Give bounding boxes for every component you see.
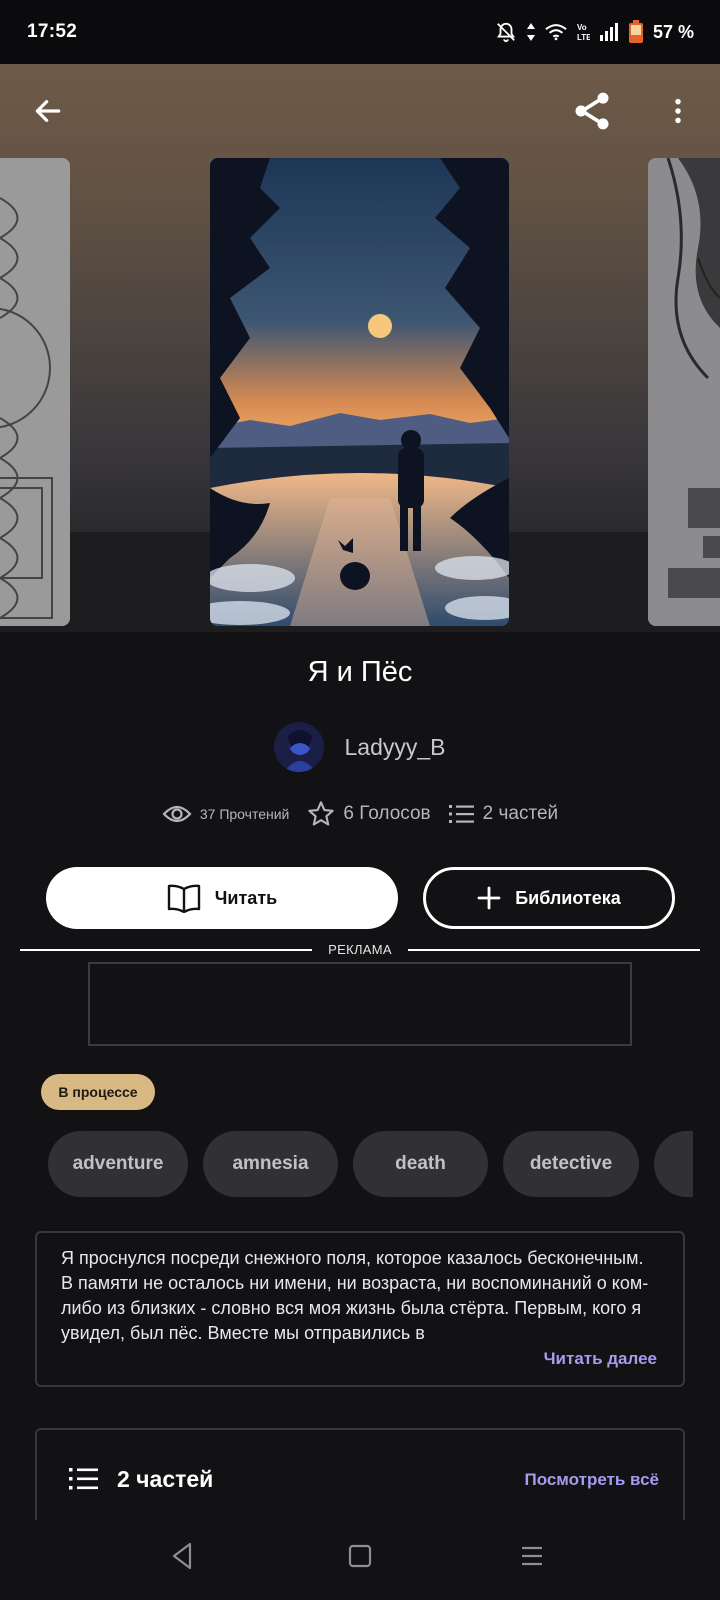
description-text: Я проснулся посреди снежного поля, котор… <box>61 1248 649 1343</box>
stats-row: 37 Прочтений 6 Голосов 2 частей <box>0 800 720 828</box>
list-icon <box>448 805 474 823</box>
ad-slot[interactable] <box>88 962 632 1046</box>
more-vertical-icon <box>675 98 681 124</box>
wifi-icon <box>545 23 567 41</box>
svg-text:LTE: LTE <box>577 33 590 42</box>
status-icons: Vo LTE 57 % <box>495 20 694 44</box>
list-icon <box>69 1468 98 1490</box>
nav-home-button[interactable] <box>348 1544 372 1573</box>
read-button-label: Читать <box>214 887 278 908</box>
tag-chip[interactable]: death <box>353 1131 488 1197</box>
svg-text:Vo: Vo <box>577 23 587 32</box>
signal-icon <box>599 23 619 41</box>
bell-off-icon <box>495 21 517 43</box>
tag-chip-partial[interactable] <box>654 1131 693 1197</box>
plus-icon <box>477 886 501 910</box>
parts-stat: 2 частей <box>448 803 559 825</box>
author-avatar[interactable] <box>274 722 325 772</box>
status-time: 17:52 <box>27 21 78 42</box>
author-row[interactable]: Ladyyy_B <box>0 722 720 772</box>
next-book-cover[interactable] <box>648 158 720 626</box>
read-button[interactable]: Читать <box>46 867 398 929</box>
previous-book-cover[interactable] <box>0 158 70 626</box>
nav-menu-icon <box>522 1546 542 1566</box>
status-badge: В процессе <box>41 1074 155 1110</box>
see-all-link[interactable]: Посмотреть всё <box>524 1470 659 1490</box>
tag-label: amnesia <box>232 1153 309 1174</box>
votes-count: 6 Голосов <box>343 803 431 824</box>
reads-stat: 37 Прочтений <box>162 803 290 825</box>
top-actions <box>0 85 720 137</box>
volte-icon: Vo LTE <box>576 22 590 42</box>
battery-icon <box>628 20 644 44</box>
votes-stat: 6 Голосов <box>307 800 431 828</box>
tag-chip[interactable]: amnesia <box>203 1131 338 1197</box>
parts-section: 2 частей Посмотреть всё <box>35 1428 685 1528</box>
open-book-icon <box>167 884 200 913</box>
nav-back-button[interactable] <box>170 1542 194 1575</box>
parts-title: 2 частей <box>117 1466 214 1492</box>
battery-percent: 57 % <box>652 21 694 42</box>
book-cover[interactable] <box>210 158 509 626</box>
nav-recents-button[interactable] <box>520 1544 544 1573</box>
tags-row: adventure amnesia death detective <box>48 1131 693 1197</box>
status-bar: 17:52 Vo LTE 57 % <box>0 0 720 64</box>
reads-count: 37 Прочтений <box>199 806 290 822</box>
share-button[interactable] <box>566 85 618 137</box>
add-to-library-button[interactable]: Библиотека <box>423 867 675 929</box>
system-nav-bar <box>0 1520 720 1600</box>
data-arrows-icon <box>526 22 536 42</box>
tag-label: death <box>395 1153 446 1174</box>
ad-divider: РЕКЛАМА <box>20 940 700 960</box>
author-name[interactable]: Ladyyy_B <box>344 734 445 761</box>
read-more-link[interactable]: Читать далее <box>544 1349 657 1369</box>
tag-chip[interactable]: adventure <box>48 1131 188 1197</box>
back-button[interactable] <box>22 85 74 137</box>
library-button-label: Библиотека <box>515 887 621 908</box>
star-icon <box>308 801 335 826</box>
description-card: Я проснулся посреди снежного поля, котор… <box>35 1231 685 1387</box>
share-icon <box>575 92 609 130</box>
nav-back-icon <box>172 1542 192 1570</box>
nav-home-icon <box>348 1544 372 1568</box>
tag-label: detective <box>529 1153 613 1174</box>
ad-label: РЕКЛАМА <box>328 942 392 957</box>
back-arrow-icon <box>35 100 61 122</box>
more-button[interactable] <box>652 85 704 137</box>
eye-icon <box>162 805 192 823</box>
book-title: Я и Пёс <box>307 656 413 688</box>
tag-label: adventure <box>72 1153 164 1174</box>
tag-chip[interactable]: detective <box>503 1131 639 1197</box>
parts-count: 2 частей <box>482 803 559 824</box>
